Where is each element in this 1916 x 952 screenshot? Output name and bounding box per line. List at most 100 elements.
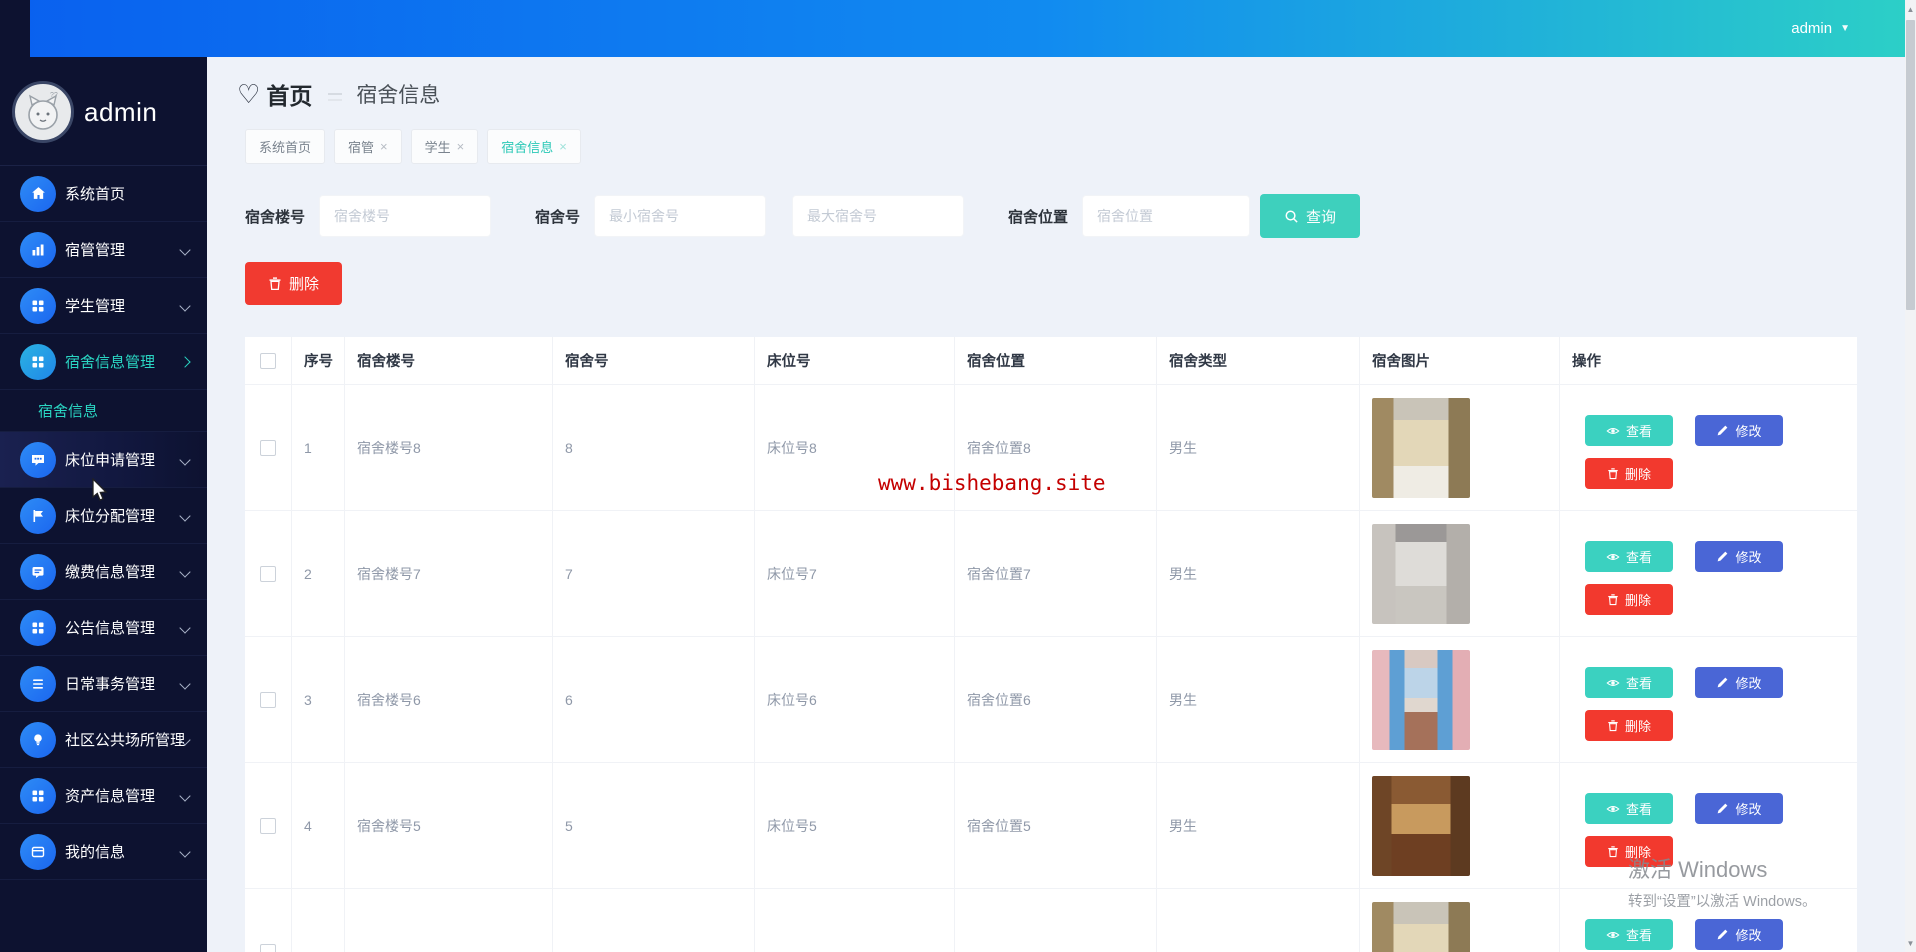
chevron-down-icon xyxy=(179,790,190,801)
edit-button[interactable]: 修改 xyxy=(1695,415,1783,446)
heart-icon: ♡ xyxy=(237,81,260,107)
row-checkbox[interactable] xyxy=(260,566,276,582)
chevron-down-icon xyxy=(179,846,190,857)
edit-button[interactable]: 修改 xyxy=(1695,541,1783,572)
cat-illustration: ?? xyxy=(20,89,66,135)
row-checkbox[interactable] xyxy=(260,944,276,952)
tab-system-home[interactable]: 系统首页 xyxy=(245,129,325,164)
view-button[interactable]: 查看 xyxy=(1585,919,1673,950)
row-checkbox[interactable] xyxy=(260,818,276,834)
trash-icon xyxy=(1607,719,1619,732)
sidebar-item-student-mgmt[interactable]: 学生管理 xyxy=(0,278,207,334)
pencil-icon xyxy=(1716,550,1729,563)
row-checkbox[interactable] xyxy=(260,692,276,708)
chevron-down-icon xyxy=(179,622,190,633)
topbar: admin ▼ xyxy=(0,0,1905,57)
delete-button[interactable]: 删除 xyxy=(1585,458,1673,489)
list-icon xyxy=(20,666,56,702)
table-row: 2 宿舍楼号7 7 床位号7 宿舍位置7 男生 查看 修改 删除 xyxy=(245,511,1857,637)
close-icon[interactable]: × xyxy=(380,139,388,154)
breadcrumb-home[interactable]: 首页 xyxy=(266,77,312,111)
view-button[interactable]: 查看 xyxy=(1585,793,1673,824)
eye-icon xyxy=(1606,928,1620,942)
sidebar-item-payment-info-mgmt[interactable]: 缴费信息管理 xyxy=(0,544,207,600)
max-dorm-number-input[interactable] xyxy=(792,195,964,237)
topbar-corner xyxy=(0,0,30,57)
vertical-scrollbar[interactable]: ▲ ▼ xyxy=(1905,0,1916,952)
chevron-down-icon: ▼ xyxy=(1840,23,1850,34)
chevron-up-icon xyxy=(179,356,190,367)
delete-button[interactable]: 删除 xyxy=(1585,710,1673,741)
user-menu[interactable]: admin ▼ xyxy=(1791,0,1850,57)
dorm-photo xyxy=(1372,776,1470,876)
pencil-icon xyxy=(1716,676,1729,689)
sidebar-item-daily-affairs-mgmt[interactable]: 日常事务管理 xyxy=(0,656,207,712)
sidebar-item-bed-assign-mgmt[interactable]: 床位分配管理 xyxy=(0,488,207,544)
grid-icon xyxy=(20,778,56,814)
eye-icon xyxy=(1606,550,1620,564)
dorm-photo xyxy=(1372,398,1470,498)
search-button[interactable]: 查询 xyxy=(1260,194,1360,238)
dorm-photo xyxy=(1372,524,1470,624)
brand: ?? admin xyxy=(0,57,207,166)
table-row: 4 宿舍楼号5 5 床位号5 宿舍位置5 男生 查看 修改 删除 xyxy=(245,763,1857,889)
tab-dorm-admin[interactable]: 宿管 × xyxy=(334,129,402,164)
grid-icon xyxy=(20,344,56,380)
bulk-delete-button[interactable]: 删除 xyxy=(245,262,342,305)
sidebar-item-bed-apply-mgmt[interactable]: 床位申请管理 xyxy=(0,432,207,488)
location-input[interactable] xyxy=(1082,195,1250,237)
close-icon[interactable]: × xyxy=(457,139,465,154)
sidebar-item-dorm-info-mgmt[interactable]: 宿舍信息管理 xyxy=(0,334,207,390)
search-icon xyxy=(1284,209,1299,224)
trash-icon xyxy=(1607,593,1619,606)
breadcrumb-separator xyxy=(328,93,342,101)
edit-button[interactable]: 修改 xyxy=(1695,793,1783,824)
delete-button[interactable]: 删除 xyxy=(1585,584,1673,615)
flag-icon xyxy=(20,498,56,534)
scrollbar-thumb[interactable] xyxy=(1906,20,1915,310)
dorm-photo xyxy=(1372,902,1470,952)
user-name: admin xyxy=(1791,20,1832,37)
chevron-down-icon xyxy=(179,566,190,577)
sidebar-item-asset-info-mgmt[interactable]: 资产信息管理 xyxy=(0,768,207,824)
dorm-photo xyxy=(1372,650,1470,750)
sidebar: ?? admin 系统首页 宿管管理 学生管理 xyxy=(0,57,207,952)
scroll-up-arrow[interactable]: ▲ xyxy=(1905,2,1916,16)
row-checkbox[interactable] xyxy=(260,440,276,456)
message-icon xyxy=(20,554,56,590)
view-button[interactable]: 查看 xyxy=(1585,541,1673,572)
trash-icon xyxy=(1607,467,1619,480)
delete-button[interactable]: 删除 xyxy=(1585,836,1673,867)
sidebar-item-notice-info-mgmt[interactable]: 公告信息管理 xyxy=(0,600,207,656)
scroll-down-arrow[interactable]: ▼ xyxy=(1905,936,1916,950)
eye-icon xyxy=(1606,676,1620,690)
view-button[interactable]: 查看 xyxy=(1585,415,1673,446)
chevron-down-icon xyxy=(179,678,190,689)
pencil-icon xyxy=(1716,424,1729,437)
view-button[interactable]: 查看 xyxy=(1585,667,1673,698)
sidebar-item-community-place-mgmt[interactable]: 社区公共场所管理 xyxy=(0,712,207,768)
close-icon[interactable]: × xyxy=(559,139,567,154)
min-dorm-number-input[interactable] xyxy=(594,195,766,237)
home-icon xyxy=(20,176,56,212)
chevron-down-icon xyxy=(179,300,190,311)
chevron-down-icon xyxy=(179,244,190,255)
tab-dorm-info[interactable]: 宿舍信息 × xyxy=(487,129,581,164)
sidebar-subitem-dorm-info[interactable]: 宿舍信息 xyxy=(0,390,207,432)
site-watermark: www.bishebang.site xyxy=(878,471,1106,495)
main-content: ♡ 首页 宿舍信息 系统首页 宿管 × 学生 × 宿舍信息 × 宿舍楼号 宿舍号… xyxy=(207,57,1905,952)
select-all-checkbox[interactable] xyxy=(260,353,276,369)
table-row: 查看 修改 删除 xyxy=(245,889,1857,952)
sidebar-item-my-info[interactable]: 我的信息 xyxy=(0,824,207,880)
sidebar-item-dorm-admin-mgmt[interactable]: 宿管管理 xyxy=(0,222,207,278)
tab-student[interactable]: 学生 × xyxy=(411,129,479,164)
field-label-location: 宿舍位置 xyxy=(1008,206,1068,227)
sidebar-item-system-home[interactable]: 系统首页 xyxy=(0,166,207,222)
field-label-dorm-number: 宿舍号 xyxy=(535,206,580,227)
comment-icon xyxy=(20,442,56,478)
edit-button[interactable]: 修改 xyxy=(1695,919,1783,950)
edit-button[interactable]: 修改 xyxy=(1695,667,1783,698)
search-form: 宿舍楼号 宿舍号 宿舍位置 查询 xyxy=(245,194,1905,238)
grid-icon xyxy=(20,610,56,646)
building-number-input[interactable] xyxy=(319,195,491,237)
